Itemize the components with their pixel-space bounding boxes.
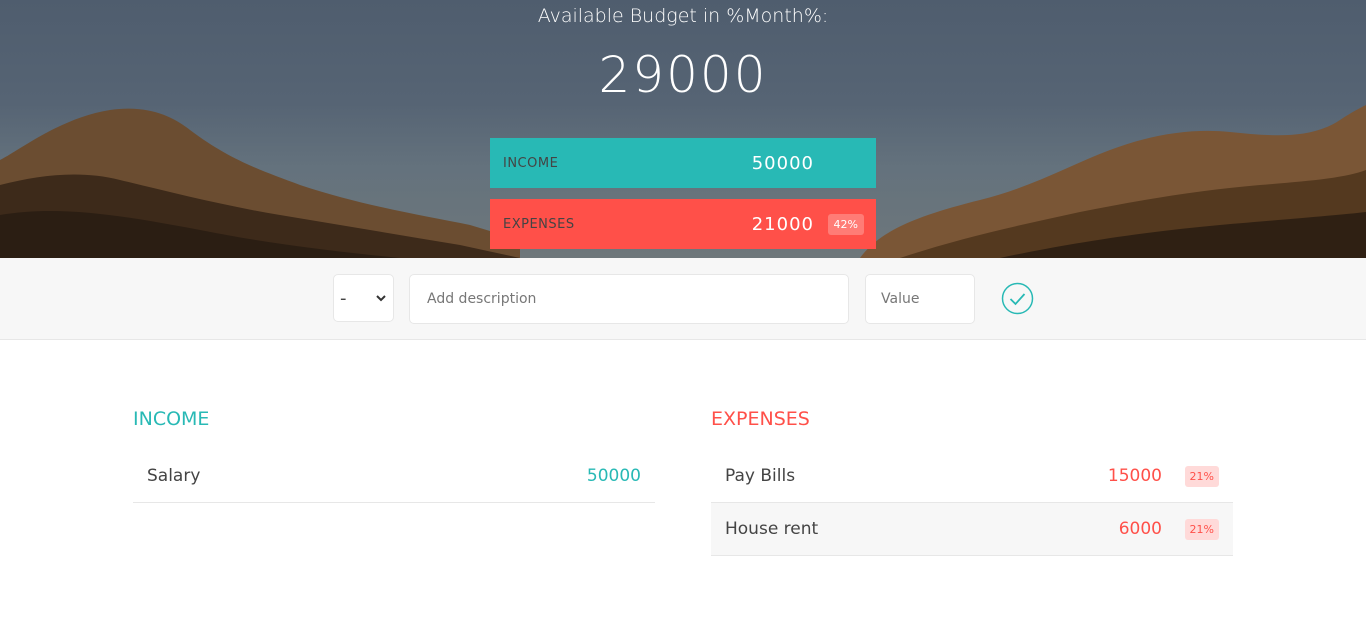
income-summary: INCOME 50000 [490,138,876,188]
income-item[interactable]: Salary 50000 [133,450,655,503]
entry-type-select[interactable]: - [333,274,394,322]
expense-item-description: House rent [725,519,819,539]
income-item-description: Salary [147,466,201,486]
expenses-percentage-badge: 42% [827,213,864,235]
income-list-title: INCOME [133,408,210,430]
budget-title: Available Budget in %Month%: [537,5,829,27]
available-budget-value: 29000 [598,46,768,104]
add-entry-button[interactable] [1001,282,1034,315]
chevron-down-icon [376,295,386,302]
entry-type-selected-value: - [340,287,347,309]
income-summary-label: INCOME [503,155,559,171]
description-input[interactable] [409,274,849,324]
budget-header: Available Budget in %Month%: 29000 INCOM… [0,0,1366,258]
expense-item[interactable]: House rent 6000 21% [711,503,1233,556]
add-entry-bar: - [0,258,1366,340]
expenses-list-title: EXPENSES [711,408,810,430]
expense-item-value: 6000 [1118,519,1162,539]
expense-item-value: 15000 [1107,466,1162,486]
expenses-summary-value: 21000 [751,213,814,235]
expense-item-percentage-badge: 21% [1184,465,1219,487]
expenses-list: Pay Bills 15000 21% House rent 6000 21% [711,450,1233,556]
income-list: Salary 50000 [133,450,655,503]
expense-item-percentage-badge: 21% [1184,518,1219,540]
income-item-value: 50000 [586,466,641,486]
expenses-summary: EXPENSES 21000 42% [490,199,876,249]
income-summary-value: 50000 [751,152,814,174]
expenses-summary-label: EXPENSES [503,216,575,232]
value-input[interactable] [865,274,975,324]
checkmark-circle-icon [1001,282,1034,315]
expense-item-description: Pay Bills [725,466,796,486]
expense-item[interactable]: Pay Bills 15000 21% [711,450,1233,503]
